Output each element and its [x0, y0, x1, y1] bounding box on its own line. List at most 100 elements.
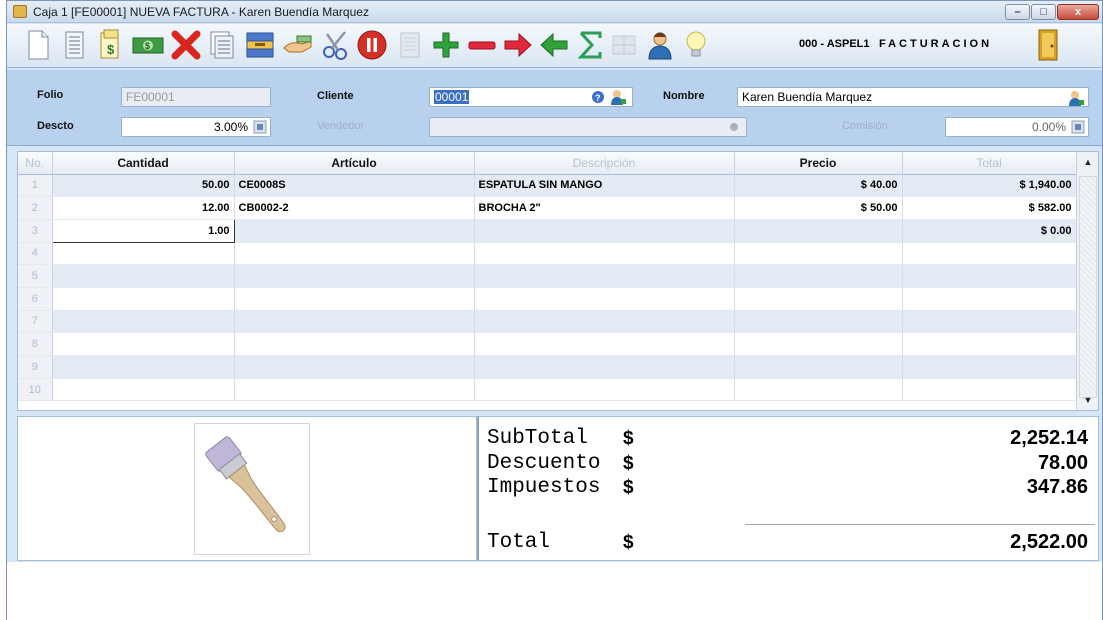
user-icon[interactable] [643, 28, 677, 62]
grid-disabled-icon[interactable] [607, 28, 641, 62]
col-articulo[interactable]: Artículo [234, 152, 475, 175]
table-row[interactable]: 5 [18, 264, 1077, 288]
cell-descripcion[interactable] [474, 264, 735, 288]
cell-total [902, 264, 1077, 288]
cell-precio[interactable] [734, 287, 903, 311]
table-row[interactable]: 7 [18, 310, 1077, 334]
cell-precio[interactable] [734, 378, 903, 402]
table-row[interactable]: 8 [18, 332, 1077, 356]
cell-cantidad[interactable] [52, 242, 235, 266]
cell-descripcion[interactable] [474, 242, 735, 266]
document-list-icon[interactable] [57, 28, 91, 62]
col-precio[interactable]: Precio [734, 152, 903, 175]
cell-precio[interactable] [734, 332, 903, 356]
cell-total [902, 332, 1077, 356]
cancel-x-icon[interactable] [169, 28, 203, 62]
descuento-value: 78.00 [1037, 452, 1088, 474]
client-search-icon[interactable] [609, 88, 627, 106]
cell-cantidad[interactable] [52, 264, 235, 288]
pause-icon[interactable] [355, 28, 389, 62]
cell-descripcion[interactable] [474, 355, 735, 379]
cell-articulo[interactable] [234, 219, 475, 243]
cell-articulo[interactable] [234, 310, 475, 334]
cell-descripcion[interactable] [474, 219, 735, 243]
col-no[interactable]: No. [18, 152, 53, 175]
cell-descripcion[interactable] [474, 378, 735, 402]
table-row[interactable]: 9 [18, 355, 1077, 379]
maximize-button[interactable]: □ [1031, 4, 1056, 20]
name-lookup-icon[interactable] [1067, 89, 1085, 107]
comision-field[interactable]: 0.00% [945, 117, 1089, 137]
nombre-field[interactable]: Karen Buendía Marquez [737, 87, 1089, 107]
cell-precio[interactable] [734, 355, 903, 379]
cell-articulo[interactable]: CE0008S [234, 174, 475, 198]
table-row[interactable]: 10 [18, 378, 1077, 402]
minimize-button[interactable]: – [1005, 4, 1030, 20]
row-number: 7 [18, 310, 53, 334]
cell-articulo[interactable]: CB0002-2 [234, 196, 475, 220]
subtotal-value: 2,252.14 [1010, 427, 1088, 449]
comision-label: Comisión [842, 120, 888, 132]
impuestos-label: Impuestos [487, 476, 601, 499]
col-total[interactable]: Total [902, 152, 1077, 175]
cell-descripcion[interactable]: BROCHA 2" [474, 196, 735, 220]
arrow-right-icon[interactable] [501, 28, 535, 62]
new-doc-icon[interactable] [21, 28, 55, 62]
cell-descripcion[interactable] [474, 310, 735, 334]
table-row[interactable]: 2 12.00 CB0002-2 BROCHA 2" $ 50.00 $ 582… [18, 196, 1077, 220]
scroll-up-icon[interactable]: ▲ [1080, 154, 1096, 170]
cell-cantidad[interactable] [52, 378, 235, 402]
cell-articulo[interactable] [234, 378, 475, 402]
cell-articulo[interactable] [234, 332, 475, 356]
scissors-icon[interactable] [319, 28, 353, 62]
cell-cantidad[interactable]: 12.00 [52, 196, 235, 220]
cell-articulo[interactable] [234, 287, 475, 311]
cell-articulo[interactable] [234, 242, 475, 266]
scroll-thumb[interactable] [1079, 176, 1097, 398]
cell-cantidad[interactable] [52, 287, 235, 311]
cell-cantidad[interactable] [52, 310, 235, 334]
cell-precio[interactable] [734, 264, 903, 288]
cell-descripcion[interactable] [474, 287, 735, 311]
module-label: FACTURACION [879, 38, 993, 50]
hand-payment-icon[interactable] [281, 28, 315, 62]
exit-door-icon[interactable] [1037, 28, 1059, 62]
cell-descripcion[interactable] [474, 332, 735, 356]
table-row[interactable]: 3 1.00 $ 0.00 [18, 218, 1077, 243]
save-drawer-icon[interactable] [243, 28, 277, 62]
arrow-left-icon[interactable] [537, 28, 571, 62]
grid-vertical-scrollbar[interactable]: ▲ ▼ [1076, 152, 1098, 410]
cell-precio[interactable]: $ 40.00 [734, 174, 903, 198]
cell-cantidad[interactable] [52, 332, 235, 356]
scroll-down-icon[interactable]: ▼ [1080, 392, 1096, 408]
svg-text:?: ? [595, 93, 601, 103]
lightbulb-icon[interactable] [679, 28, 713, 62]
descto-field[interactable]: 3.00% [121, 117, 271, 137]
receipt-disabled-icon[interactable] [393, 28, 427, 62]
remove-minus-icon[interactable] [465, 28, 499, 62]
cell-precio[interactable]: $ 50.00 [734, 196, 903, 220]
cell-cantidad[interactable]: 50.00 [52, 174, 235, 198]
table-row[interactable]: 4 [18, 242, 1077, 266]
cell-precio[interactable] [734, 310, 903, 334]
help-icon[interactable]: ? [591, 90, 605, 104]
add-plus-icon[interactable] [429, 28, 463, 62]
cash-icon[interactable]: $ [131, 28, 165, 62]
cell-cantidad[interactable] [52, 355, 235, 379]
descto-spin-icon[interactable] [253, 120, 267, 134]
table-row[interactable]: 1 50.00 CE0008S ESPATULA SIN MANGO $ 40.… [18, 174, 1077, 198]
col-cantidad[interactable]: Cantidad [52, 152, 235, 175]
cell-precio[interactable] [734, 219, 903, 243]
close-button[interactable]: x [1057, 4, 1099, 20]
cell-articulo[interactable] [234, 264, 475, 288]
cell-cantidad-editing[interactable]: 1.00 [51, 218, 235, 243]
table-row[interactable]: 6 [18, 287, 1077, 311]
currency-doc-icon[interactable]: $ [93, 28, 127, 62]
col-descripcion[interactable]: Descripción [474, 152, 735, 175]
cell-articulo[interactable] [234, 355, 475, 379]
comision-spin-icon[interactable] [1071, 120, 1085, 134]
sum-icon[interactable] [573, 28, 607, 62]
cell-descripcion[interactable]: ESPATULA SIN MANGO [474, 174, 735, 198]
cell-precio[interactable] [734, 242, 903, 266]
print-docs-icon[interactable] [205, 28, 239, 62]
